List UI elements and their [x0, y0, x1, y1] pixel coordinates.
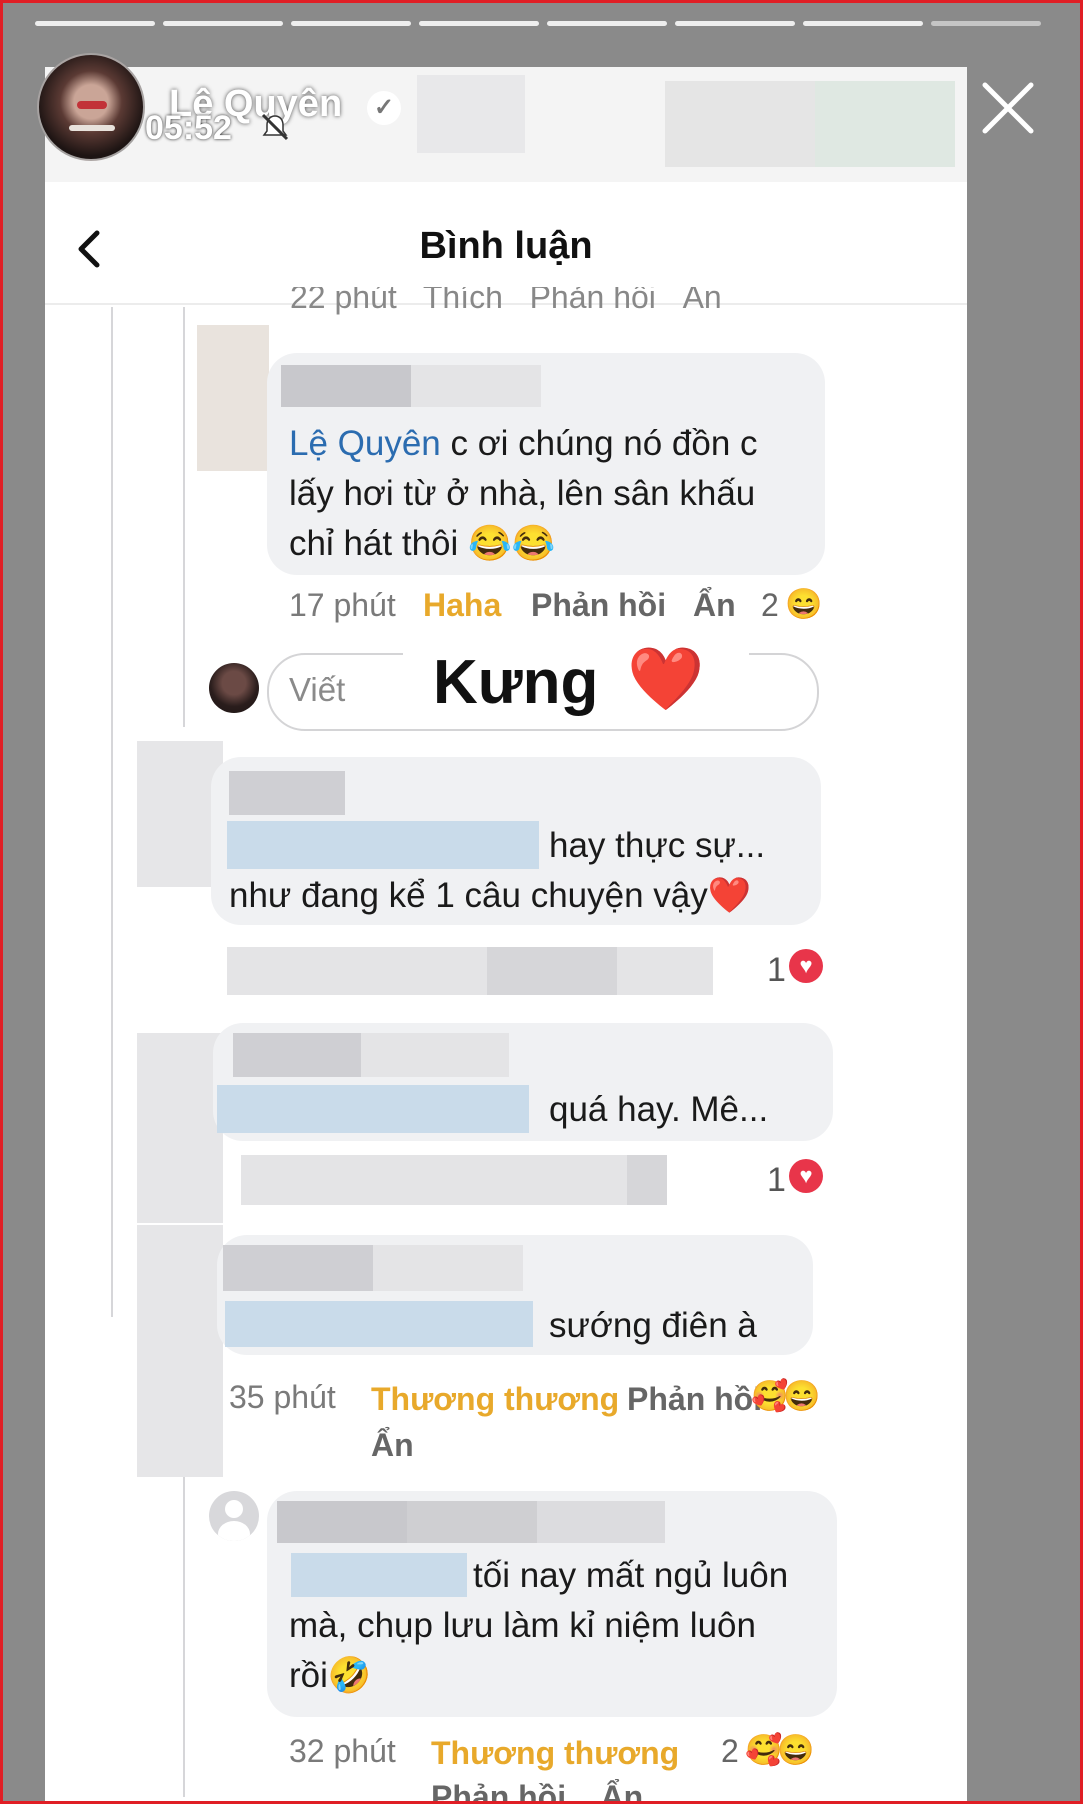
- comment-time: 32 phút: [289, 1733, 396, 1769]
- story-avatar[interactable]: [37, 53, 145, 161]
- blurred-mention: [227, 821, 539, 869]
- reaction-count: 1: [767, 951, 786, 989]
- reaction-button[interactable]: Haha: [423, 587, 501, 624]
- blurred-mention: [291, 1553, 467, 1597]
- comment-text-line: quá hay. Mê...: [549, 1090, 769, 1129]
- avatar-blurred: [197, 325, 269, 471]
- reaction-count: 2: [721, 1733, 739, 1769]
- blurred-status-block: [417, 75, 525, 153]
- laugh-reaction-icon: 😄: [783, 1380, 821, 1413]
- comment-time: 35 phút: [229, 1379, 336, 1415]
- comment-text: Lệ Quyên c ơi chúng nó đồn c: [289, 419, 758, 468]
- blurred-username: [411, 365, 541, 407]
- cut-off-meta-text: 22 phút Thích Phản hồi Ẩn: [290, 287, 722, 315]
- heart-reaction-icon: ♥: [789, 1159, 823, 1193]
- muted-bell-icon: [259, 111, 291, 143]
- blurred-username: [229, 771, 345, 815]
- blurred-username: [361, 1033, 509, 1077]
- blurred-meta: [227, 947, 487, 995]
- story-progress-segment: [163, 21, 283, 26]
- story-progress-segment: [291, 21, 411, 26]
- heart-reaction-icon: ♥: [789, 949, 823, 983]
- reply-button[interactable]: Phản hồi: [431, 1779, 566, 1801]
- reply-button[interactable]: Phản hồi: [531, 587, 666, 624]
- blurred-username: [277, 1501, 407, 1543]
- blurred-meta: [627, 1155, 667, 1205]
- heart-emoji-icon: ❤️: [627, 645, 705, 714]
- hide-button[interactable]: Ẩn: [693, 587, 736, 624]
- story-progress-segment: [931, 21, 1041, 26]
- comment-time: 17 phút: [289, 587, 396, 623]
- verified-icon: ✓: [367, 91, 401, 125]
- blurred-meta: [241, 1155, 627, 1205]
- blurred-username: [223, 1245, 373, 1291]
- close-icon[interactable]: [981, 81, 1035, 135]
- cut-off-actions: Phản hồi Ẩn: [431, 1779, 691, 1801]
- comment-text-line: lấy hơi từ ở nhà, lên sân khấu: [289, 474, 756, 513]
- reply-avatar: [209, 663, 259, 713]
- comment-text-line: c ơi chúng nó đồn c: [440, 424, 758, 463]
- hide-button[interactable]: Ẩn: [371, 1427, 414, 1464]
- story-progress-segment: [675, 21, 795, 26]
- avatar-blurred: [137, 1225, 223, 1477]
- story-progress-segment: [803, 21, 923, 26]
- hide-button[interactable]: Ẩn: [601, 1779, 644, 1801]
- comment-text-line: chỉ hát thôi 😂😂: [289, 524, 556, 563]
- page-title: Bình luận: [419, 225, 593, 267]
- thread-line: [183, 307, 185, 727]
- laugh-reaction-icon: 😄: [777, 1734, 815, 1767]
- reaction-button[interactable]: Thương thương: [371, 1381, 619, 1418]
- reply-button[interactable]: Phản hồi: [627, 1381, 762, 1418]
- story-frame: Bình luận 22 phút Thích Phản hồi Ẩn Lệ Q…: [0, 0, 1083, 1804]
- blurred-mention: [225, 1301, 533, 1347]
- reaction-count: 2: [761, 587, 779, 623]
- reply-input-placeholder: Viết: [289, 671, 346, 708]
- comment-text-line: mà, chụp lưu làm kỉ niệm luôn: [289, 1606, 756, 1645]
- comment-text-line: hay thực sự...: [549, 826, 766, 865]
- default-avatar-icon: [209, 1491, 259, 1541]
- comment-text-line: như đang kể 1 câu chuyện vậy❤️: [229, 876, 752, 915]
- blurred-username: [537, 1501, 665, 1543]
- thread-line: [111, 307, 113, 1317]
- blurred-status-block: [665, 81, 815, 167]
- reaction-count: 1: [767, 1161, 786, 1199]
- story-progress-segment: [547, 21, 667, 26]
- blurred-username: [373, 1245, 523, 1291]
- comment-text-line: sướng điên à: [549, 1306, 757, 1345]
- comment-text-line: rồi🤣: [289, 1656, 372, 1695]
- laugh-reaction-icon: 😄: [785, 588, 823, 621]
- avatar-blurred: [137, 1033, 223, 1223]
- blurred-username: [281, 365, 411, 407]
- blurred-username: [233, 1033, 361, 1077]
- blurred-status-block: [815, 81, 955, 167]
- story-time: 05:52: [145, 109, 232, 147]
- blurred-meta: [617, 947, 713, 995]
- story-progress-segment: [35, 21, 155, 26]
- blurred-meta: [487, 947, 617, 995]
- mention-link[interactable]: Lệ Quyên: [289, 424, 441, 463]
- comment-text-line: tối nay mất ngủ luôn: [473, 1556, 789, 1595]
- comments-screenshot: Bình luận 22 phút Thích Phản hồi Ẩn Lệ Q…: [45, 67, 967, 1801]
- story-progress-segment: [419, 21, 539, 26]
- blurred-username: [407, 1501, 537, 1543]
- reaction-button[interactable]: Thương thương: [431, 1735, 679, 1772]
- blurred-mention: [217, 1085, 529, 1133]
- story-text-sticker[interactable]: Kưng ❤️: [403, 643, 749, 727]
- cut-off-meta: 22 phút Thích Phản hồi Ẩn: [290, 287, 790, 317]
- sticker-text: Kưng: [433, 648, 599, 717]
